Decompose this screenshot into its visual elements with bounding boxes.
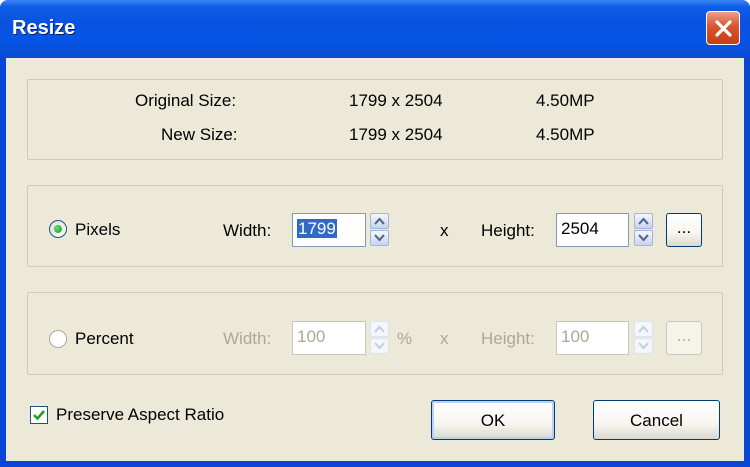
- percent-width-label: Width:: [223, 329, 272, 348]
- size-info-group: Original Size: 1799 x 2504 4.50MP New Si…: [27, 79, 723, 160]
- chevron-up-icon: [374, 217, 385, 225]
- percent-radio-label[interactable]: Percent: [75, 329, 134, 349]
- pixels-width-value: 1799: [297, 219, 337, 238]
- ok-label: OK: [480, 411, 506, 430]
- original-size-dims: 1799 x 2504: [349, 91, 443, 110]
- close-icon: [715, 20, 732, 37]
- spin-down-button[interactable]: [370, 230, 389, 246]
- percent-height-input[interactable]: 100: [556, 321, 629, 355]
- pixels-height-input[interactable]: 2504: [556, 213, 629, 247]
- radio-selected-dot: [54, 225, 62, 233]
- percent-browse-button[interactable]: ...: [666, 321, 702, 355]
- spin-up-button[interactable]: [634, 321, 653, 337]
- pixels-height-value: 2504: [561, 219, 599, 238]
- chevron-down-icon: [638, 342, 649, 350]
- original-size-label: Original Size:: [135, 91, 237, 110]
- percent-width-value: 100: [297, 327, 326, 346]
- window-title: Resize: [12, 17, 76, 39]
- pixels-width-spinner[interactable]: [370, 213, 389, 247]
- chevron-up-icon: [374, 325, 385, 333]
- pixels-height-label: Height:: [481, 221, 535, 240]
- chevron-down-icon: [638, 234, 649, 242]
- pixels-width-label: Width:: [223, 221, 272, 240]
- spin-down-button[interactable]: [634, 230, 653, 246]
- percent-width-input[interactable]: 100: [292, 321, 366, 355]
- pixels-width-input[interactable]: 1799: [292, 213, 366, 247]
- spin-down-button[interactable]: [370, 338, 389, 354]
- browse-label: ...: [676, 326, 692, 345]
- pixels-group: Pixels Width: 1799 x Height: 2504 ...: [27, 185, 723, 267]
- browse-label: ...: [676, 218, 692, 237]
- close-button[interactable]: [706, 11, 740, 45]
- spin-up-button[interactable]: [370, 321, 389, 337]
- percent-unit: %: [397, 329, 413, 348]
- preserve-aspect-checkbox[interactable]: [30, 406, 48, 424]
- spin-up-button[interactable]: [634, 213, 653, 229]
- resize-dialog: Resize Original Size: 1799 x 2504 4.50MP…: [0, 0, 750, 467]
- chevron-down-icon: [374, 234, 385, 242]
- chevron-up-icon: [638, 325, 649, 333]
- new-size-dims: 1799 x 2504: [349, 125, 443, 144]
- new-size-label: New Size:: [161, 125, 238, 144]
- pixels-browse-button[interactable]: ...: [666, 213, 702, 247]
- pixels-radio-label[interactable]: Pixels: [75, 220, 120, 240]
- spin-down-button[interactable]: [634, 338, 653, 354]
- checkmark-icon: [33, 410, 45, 421]
- dialog-body: Original Size: 1799 x 2504 4.50MP New Si…: [6, 58, 744, 461]
- new-size-mp: 4.50MP: [536, 125, 595, 144]
- percent-x-separator: x: [440, 329, 449, 348]
- cancel-label: Cancel: [630, 411, 683, 430]
- spin-up-button[interactable]: [370, 213, 389, 229]
- preserve-aspect-label[interactable]: Preserve Aspect Ratio: [56, 405, 224, 425]
- percent-height-value: 100: [561, 327, 590, 346]
- percent-radio[interactable]: [49, 330, 67, 348]
- percent-height-label: Height:: [481, 329, 535, 348]
- pixels-x-separator: x: [440, 221, 449, 240]
- ok-button[interactable]: OK: [431, 400, 555, 440]
- cancel-button[interactable]: Cancel: [593, 400, 720, 440]
- chevron-down-icon: [374, 342, 385, 350]
- title-bar[interactable]: Resize: [0, 0, 750, 58]
- pixels-height-spinner[interactable]: [634, 213, 653, 247]
- percent-group: Percent Width: 100 % x Height: 100 ...: [27, 292, 723, 375]
- percent-width-spinner[interactable]: [370, 321, 389, 355]
- pixels-radio[interactable]: [49, 220, 67, 238]
- percent-height-spinner[interactable]: [634, 321, 653, 355]
- chevron-up-icon: [638, 217, 649, 225]
- original-size-mp: 4.50MP: [536, 91, 595, 110]
